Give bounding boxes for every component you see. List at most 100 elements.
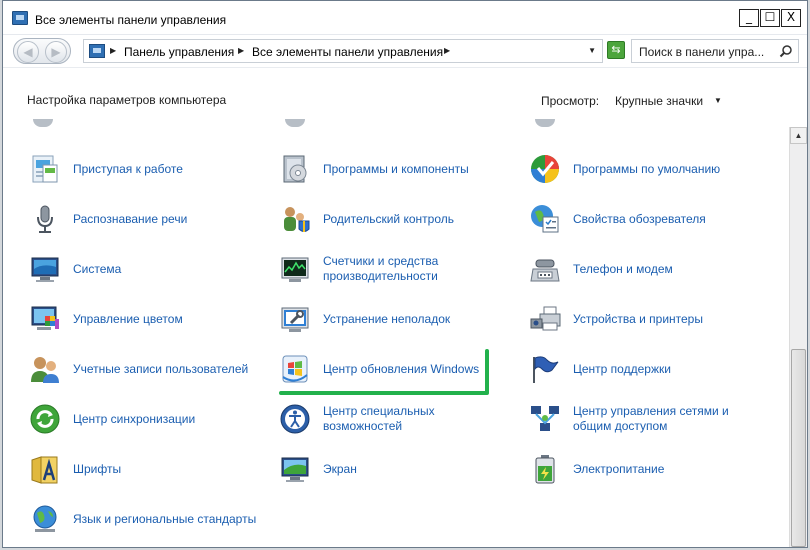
refresh-button[interactable]: ⇆ bbox=[607, 41, 625, 59]
control-panel-icon bbox=[12, 11, 28, 25]
microphone-icon bbox=[37, 205, 53, 233]
item-label: Программы по умолчанию bbox=[573, 162, 721, 176]
breadcrumb-control-panel[interactable]: Панель управления bbox=[124, 45, 234, 59]
getting-started-icon bbox=[32, 155, 58, 183]
item-label: Язык и региональные стандарты bbox=[73, 512, 257, 526]
chevron-right-icon[interactable]: ▶ bbox=[110, 46, 116, 55]
item-devices-printers[interactable]: Устройства и принтеры bbox=[529, 299, 779, 339]
breadcrumb-all-items[interactable]: Все элементы панели управления bbox=[252, 45, 443, 59]
highlight-mark bbox=[279, 349, 489, 395]
item-label: Шрифты bbox=[73, 462, 122, 476]
system-icon bbox=[31, 257, 59, 282]
scroll-up-button[interactable]: ▲ bbox=[790, 127, 807, 144]
item-label: Система bbox=[73, 262, 122, 276]
user-accounts-icon bbox=[31, 357, 59, 383]
forward-button[interactable]: ▶ bbox=[45, 41, 67, 63]
item-phone-modem[interactable]: Телефон и модем bbox=[529, 249, 779, 289]
devices-printers-icon bbox=[530, 306, 561, 331]
back-arrow-icon: ◀ bbox=[23, 45, 33, 59]
item-label: Электропитание bbox=[573, 462, 665, 476]
item-label: Распознавание речи bbox=[73, 212, 188, 226]
item-label: Устранение неполадок bbox=[323, 312, 451, 326]
chevron-down-icon[interactable]: ▼ bbox=[714, 96, 722, 105]
refresh-icon: ⇆ bbox=[611, 43, 621, 56]
troubleshooting-icon bbox=[281, 307, 309, 332]
item-getting-started[interactable]: Приступая к работе bbox=[29, 149, 259, 189]
item-troubleshooting[interactable]: Устранение неполадок bbox=[279, 299, 509, 339]
internet-options-icon bbox=[531, 205, 559, 233]
item-label: Родительский контроль bbox=[323, 212, 454, 226]
item-label: Управление цветом bbox=[73, 312, 183, 326]
item-display[interactable]: Экран bbox=[279, 449, 509, 489]
item-label: Свойства обозревателя bbox=[573, 212, 706, 226]
item-color-management[interactable]: Управление цветом bbox=[29, 299, 259, 339]
partial-item-icon bbox=[33, 119, 53, 127]
items-grid: Приступая к работе Программы и компонент… bbox=[3, 119, 787, 547]
item-ease-of-access[interactable]: Центр специальных возможностей bbox=[279, 399, 509, 439]
view-by-label: Просмотр: bbox=[541, 94, 600, 108]
item-label: Приступая к работе bbox=[73, 162, 183, 176]
ease-of-access-icon bbox=[280, 404, 310, 434]
programs-features-icon bbox=[283, 155, 307, 183]
address-bar[interactable]: ▶ Панель управления ▶ Все элементы панел… bbox=[83, 39, 603, 63]
item-internet-options[interactable]: Свойства обозревателя bbox=[529, 199, 779, 239]
item-programs-features[interactable]: Программы и компоненты bbox=[279, 149, 509, 189]
item-system[interactable]: Система bbox=[29, 249, 259, 289]
display-icon bbox=[281, 457, 309, 482]
item-power-options[interactable]: Электропитание bbox=[529, 449, 779, 489]
item-user-accounts[interactable]: Учетные записи пользователей bbox=[29, 349, 259, 389]
window-title: Все элементы панели управления bbox=[35, 13, 227, 27]
chevron-right-icon[interactable]: ▶ bbox=[444, 46, 450, 55]
title-bar: Все элементы панели управления _ ☐ X bbox=[3, 1, 807, 35]
partial-item-icon bbox=[535, 119, 555, 127]
item-label-line: производительности bbox=[323, 269, 438, 283]
item-action-center[interactable]: Центр поддержки bbox=[529, 349, 779, 389]
minimize-button[interactable]: _ bbox=[739, 9, 759, 27]
divider bbox=[3, 67, 807, 68]
partial-row bbox=[3, 119, 787, 133]
search-icon[interactable] bbox=[779, 44, 793, 58]
item-label-line: Центр управления сетями и bbox=[573, 404, 729, 418]
search-input[interactable]: Поиск в панели упра... bbox=[631, 39, 799, 63]
close-button[interactable]: X bbox=[781, 9, 801, 27]
back-button[interactable]: ◀ bbox=[17, 41, 39, 63]
item-label: Центр синхронизации bbox=[73, 412, 196, 426]
color-management-icon bbox=[31, 306, 59, 330]
chevron-right-icon[interactable]: ▶ bbox=[238, 46, 244, 55]
sync-center-icon bbox=[30, 404, 60, 434]
item-fonts[interactable]: Шрифты bbox=[29, 449, 259, 489]
item-label: Экран bbox=[323, 462, 357, 476]
scroll-thumb[interactable] bbox=[791, 349, 806, 547]
item-sync-center[interactable]: Центр синхронизации bbox=[29, 399, 259, 439]
item-label: Программы и компоненты bbox=[323, 162, 469, 176]
page-title: Настройка параметров компьютера bbox=[27, 93, 227, 107]
item-label: Счетчики и средства производительности bbox=[323, 254, 438, 284]
item-speech-recognition[interactable]: Распознавание речи bbox=[29, 199, 259, 239]
network-center-icon bbox=[531, 406, 559, 431]
item-region-language[interactable]: Язык и региональные стандарты bbox=[29, 499, 279, 539]
action-center-flag-icon bbox=[533, 356, 559, 383]
history-buttons: ◀ ▶ bbox=[13, 38, 71, 64]
view-by-dropdown[interactable]: Крупные значки bbox=[615, 94, 703, 108]
region-language-icon bbox=[33, 505, 57, 532]
partial-item-icon bbox=[285, 119, 305, 127]
parental-controls-icon bbox=[284, 207, 310, 232]
item-network-center[interactable]: Центр управления сетями и общим доступом bbox=[529, 399, 779, 439]
item-label: Устройства и принтеры bbox=[573, 312, 703, 326]
item-parental-controls[interactable]: Родительский контроль bbox=[279, 199, 509, 239]
chevron-down-icon[interactable]: ▼ bbox=[588, 46, 596, 55]
phone-modem-icon bbox=[530, 259, 560, 282]
maximize-button[interactable]: ☐ bbox=[760, 9, 780, 27]
vertical-scrollbar[interactable]: ▲ bbox=[789, 127, 807, 547]
item-label: Центр поддержки bbox=[573, 362, 671, 376]
item-label: Телефон и модем bbox=[573, 262, 673, 276]
control-panel-icon bbox=[89, 44, 105, 58]
item-label-line: Счетчики и средства bbox=[323, 254, 439, 268]
power-options-icon bbox=[535, 455, 555, 484]
item-label-line: общим доступом bbox=[573, 419, 668, 433]
control-panel-window: Все элементы панели управления _ ☐ X ◀ ▶… bbox=[2, 0, 808, 548]
item-default-programs[interactable]: Программы по умолчанию bbox=[529, 149, 779, 189]
search-placeholder: Поиск в панели упра... bbox=[639, 45, 765, 59]
item-performance[interactable]: Счетчики и средства производительности bbox=[279, 249, 509, 289]
item-label-line: возможностей bbox=[323, 419, 403, 433]
